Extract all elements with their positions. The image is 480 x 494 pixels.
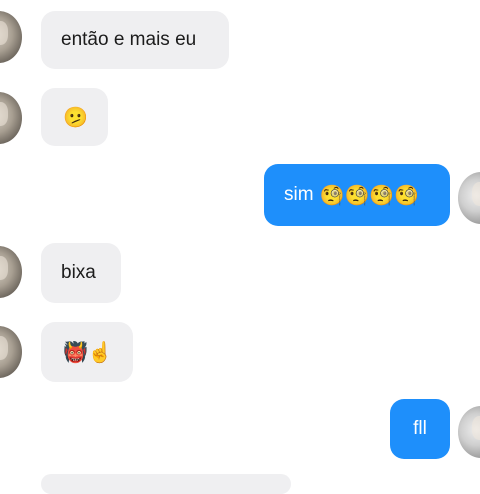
contact-avatar[interactable]: [0, 326, 22, 378]
incoming-message-bubble[interactable]: bixa: [41, 243, 121, 303]
contact-avatar[interactable]: [0, 11, 22, 63]
contact-avatar[interactable]: [0, 92, 22, 144]
incoming-message-bubble[interactable]: 👹☝️: [41, 322, 133, 382]
user-avatar[interactable]: [458, 172, 480, 224]
user-avatar[interactable]: [458, 406, 480, 458]
contact-avatar[interactable]: [0, 246, 22, 298]
message-emoji: 👹☝️: [63, 340, 113, 364]
message-text: então e mais eu: [61, 29, 197, 50]
message-emoji: 🫤: [63, 105, 88, 129]
incoming-message-bubble[interactable]: 🫤: [41, 88, 108, 146]
message-text: sim: [284, 184, 314, 205]
outgoing-message-bubble[interactable]: fll: [390, 399, 450, 459]
message-text: fll: [413, 418, 427, 439]
incoming-message-bubble-partial[interactable]: [41, 474, 291, 494]
message-text: bixa: [61, 262, 96, 283]
chat-thread: então e mais eu 🫤 sim 🧐🧐🧐🧐 bixa 👹☝️ fll: [0, 0, 480, 494]
incoming-message-bubble[interactable]: então e mais eu: [41, 11, 229, 69]
outgoing-message-bubble[interactable]: sim 🧐🧐🧐🧐: [264, 164, 450, 226]
message-emoji: 🧐🧐🧐🧐: [319, 183, 420, 207]
